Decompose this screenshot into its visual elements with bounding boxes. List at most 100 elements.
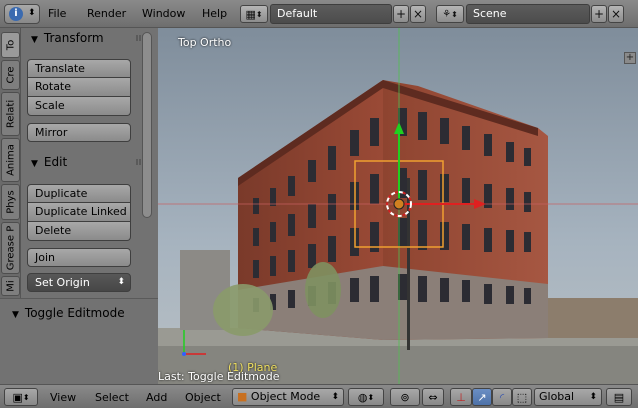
menu-render[interactable]: Render [87,7,126,20]
menu-help[interactable]: Help [202,7,227,20]
interaction-mode-dropdown[interactable]: ■ Object Mode ⬍ [232,388,344,406]
arrow-icon: ↗ [477,390,487,404]
menu-add[interactable]: Add [146,391,167,404]
plus-icon: + [593,7,605,21]
tab-grease-pencil[interactable]: Grease P [1,222,20,274]
pivot-icon: ⊚ [400,390,410,404]
chevron-down-icon: ⬍ [255,9,263,19]
tab-label: To [5,39,16,51]
tree [213,284,273,336]
remove-scene-button[interactable]: × [608,5,624,23]
link-icon: ⇔ [428,390,438,404]
menu-file[interactable]: File [48,7,66,20]
panel-title: Edit [43,155,68,169]
chevron-down-icon: ⬍ [22,392,30,402]
tab-animation[interactable]: Anima [1,138,20,182]
triangle-down-icon: ▼ [12,310,19,320]
close-icon: × [412,7,424,21]
view-name-label: Top Ortho [178,36,232,49]
remove-screen-button[interactable]: × [410,5,426,23]
delete-button[interactable]: Delete [27,222,131,241]
mode-label: Object Mode [250,390,321,403]
3d-viewport[interactable]: Top Ortho (1) Plane Last: Toggle Editmod… [158,28,638,384]
tab-label: Grease P [5,225,16,271]
chevron-updown-icon: ⬍ [331,392,339,402]
duplicate-linked-button[interactable]: Duplicate Linked [27,203,131,222]
menu-window[interactable]: Window [142,7,185,20]
menu-select[interactable]: Select [95,391,129,404]
blender-window: i ⬍ File Render Window Help ▦ ⬍ Default +… [0,0,638,408]
tab-misc[interactable]: Mi [1,276,20,296]
close-icon: × [610,7,622,21]
right-building [548,298,638,338]
tab-tools[interactable]: To [1,32,20,58]
orientation-label: Global [539,390,575,403]
transform-orientation-dropdown[interactable]: Global ⬍ [534,388,602,406]
add-scene-button[interactable]: + [591,5,607,23]
tab-relations[interactable]: Relati [1,92,20,136]
pivot-point-dropdown[interactable]: ⊚ [390,388,420,406]
axes-icon: ⊥ [456,390,466,404]
scene-field[interactable]: Scene [466,4,590,24]
viewport-scene [158,28,638,384]
properties-region-toggle[interactable]: + [624,52,636,64]
viewport-shading-dropdown[interactable]: ◍ ⬍ [348,388,384,406]
layers-icon: ▤ [613,390,625,404]
scale-icon: ⬚ [516,390,528,404]
sphere-icon: ◍ [357,390,368,404]
layout-grid-icon: ▦ [245,7,256,21]
scene-icon: ⚘ [442,8,452,20]
dropdown-label: Set Origin [35,276,90,289]
object-origin [393,198,405,210]
gizmo-z [182,352,186,356]
tab-label: Cre [5,66,16,84]
tab-label: Phys [5,190,16,214]
scale-manipulator-toggle[interactable]: ⬚ [512,388,532,406]
edit-panel-header[interactable]: ▼ Edit [21,152,154,172]
tab-label: Anima [5,144,16,176]
tool-shelf-tabs: To Cre Relati Anima Phys Grease P Mi [0,28,21,298]
info-icon: i [9,7,23,21]
rotate-button[interactable]: Rotate [27,78,131,97]
tab-create[interactable]: Cre [1,60,20,90]
join-button[interactable]: Join [27,248,131,267]
panel-title: Transform [43,31,104,45]
chevron-updown-icon: ⬍ [117,277,125,287]
screen-layout-selector[interactable]: ▦ ⬍ [240,5,268,23]
triangle-down-icon: ▼ [31,159,38,169]
transform-panel-header[interactable]: ▼ Transform [21,28,154,48]
manipulator-toggle[interactable]: ⊥ [450,388,472,406]
duplicate-button[interactable]: Duplicate [27,184,131,203]
tree [305,262,341,318]
rotate-icon: ◜ [499,390,505,404]
tab-physics[interactable]: Phys [1,184,20,220]
plus-icon: + [395,7,407,21]
object-mode-icon: ■ [237,390,248,403]
editor-type-button[interactable]: i ⬍ [4,4,40,24]
scale-button[interactable]: Scale [27,97,131,116]
mirror-button[interactable]: Mirror [27,123,131,142]
screen-layout-field[interactable]: Default [270,4,392,24]
chevron-down-icon: ⬍ [451,9,458,19]
chevron-down-icon: ⬍ [367,392,375,402]
last-operator-label: Last: Toggle Editmode [158,370,280,383]
proportional-toggle[interactable]: ⇔ [422,388,444,406]
operator-panel: ▼ Toggle Editmode [0,298,158,384]
translate-button[interactable]: Translate [27,59,131,78]
translate-manipulator-toggle[interactable]: ↗ [472,388,492,406]
editor-type-button[interactable]: ▣ ⬍ [4,388,38,406]
rotate-manipulator-toggle[interactable]: ◜ [492,388,512,406]
scene-selector[interactable]: ⚘ ⬍ [436,5,464,23]
menu-view[interactable]: View [50,391,76,404]
tool-shelf-scrollbar[interactable] [142,32,152,218]
operator-panel-header[interactable]: ▼ Toggle Editmode [2,303,135,323]
tab-label: Mi [5,280,16,292]
layers-button[interactable]: ▤ [606,388,632,406]
cube-icon: ▣ [12,390,23,404]
add-screen-button[interactable]: + [393,5,409,23]
set-origin-dropdown[interactable]: Set Origin ⬍ [27,273,131,292]
chevron-updown-icon: ⬍ [589,392,597,402]
panel-title: Toggle Editmode [24,306,125,320]
triangle-down-icon: ▼ [31,35,38,45]
menu-object[interactable]: Object [185,391,221,404]
